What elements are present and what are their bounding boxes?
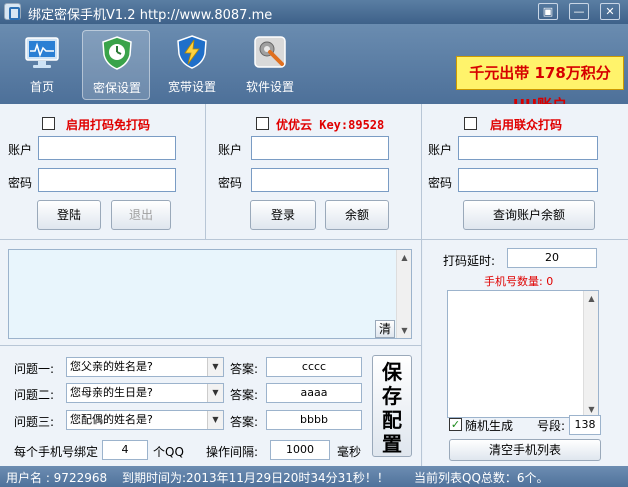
app-icon bbox=[4, 3, 21, 20]
minimize-button[interactable]: — bbox=[569, 3, 589, 20]
toolbar-mibao-label: 密保设置 bbox=[92, 81, 141, 95]
panel-dama-free: 启用打码免打码 账户 密码 登陆 退出 bbox=[0, 104, 206, 240]
log-textarea[interactable]: ▲ ▼ 清 bbox=[8, 249, 412, 339]
account-input[interactable] bbox=[38, 136, 176, 160]
q3-select[interactable]: 您配偶的姓名是? ▼ bbox=[66, 410, 224, 430]
answer-label: 答案: bbox=[230, 415, 259, 429]
status-qq-total: 当前列表QQ总数：6个。 bbox=[414, 471, 549, 485]
answer1-input[interactable]: cccc bbox=[266, 357, 362, 377]
interval-input[interactable]: 1000 bbox=[270, 440, 330, 460]
account-label: 账户 bbox=[428, 143, 453, 157]
toolbar-home-label: 首页 bbox=[29, 80, 54, 94]
balance-button[interactable]: 余额 bbox=[325, 200, 389, 230]
password-label: 密码 bbox=[428, 176, 453, 190]
q2-select[interactable]: 您母亲的生日是? ▼ bbox=[66, 383, 224, 403]
q1-select-value: 您父亲的姓名是? bbox=[70, 360, 153, 373]
youyouyun-checkbox[interactable] bbox=[256, 117, 269, 130]
lianzhong-checkbox[interactable] bbox=[464, 117, 477, 130]
answer-label: 答案: bbox=[230, 388, 259, 402]
window-menu-button[interactable]: ▣ bbox=[538, 3, 558, 20]
youyouyun-password-input[interactable] bbox=[251, 168, 389, 192]
q3-label: 问题三: bbox=[14, 415, 55, 429]
lianzhong-label: 启用联众打码 bbox=[490, 118, 563, 132]
questions-panel: 问题一: 您父亲的姓名是? ▼ 答案: cccc 问题二: 您母亲的生日是? ▼… bbox=[0, 346, 422, 466]
bind-count-input[interactable]: 4 bbox=[102, 440, 148, 460]
youyouyun-account-input[interactable] bbox=[251, 136, 389, 160]
tools-icon bbox=[254, 36, 286, 68]
q2-select-value: 您母亲的生日是? bbox=[70, 386, 153, 399]
password-label: 密码 bbox=[218, 176, 243, 190]
q2-label: 问题二: bbox=[14, 388, 55, 402]
chevron-down-icon[interactable]: ▼ bbox=[207, 358, 223, 376]
delay-label: 打码延时: bbox=[443, 254, 496, 268]
q1-label: 问题一: bbox=[14, 362, 55, 376]
title-bar: 绑定密保手机V1.2 http://www.8087.me ▣ — ✕ bbox=[0, 0, 628, 24]
panel-youyouyun: 优优云 Key:89528 账户 密码 登录 余额 bbox=[206, 104, 422, 240]
phone-count-label: 手机号数量: 0 bbox=[484, 275, 554, 288]
close-button[interactable]: ✕ bbox=[600, 3, 620, 20]
status-user: 用户名 : 9722968 bbox=[6, 471, 108, 485]
toolbar-software-label: 软件设置 bbox=[245, 80, 294, 94]
youyouyun-label: 优优云 Key:89528 bbox=[276, 118, 385, 132]
status-expire: 到期时间为:2013年11月29日20时34分31秒！！ bbox=[122, 471, 389, 485]
window-title: 绑定密保手机V1.2 http://www.8087.me bbox=[28, 8, 273, 23]
toolbar-home-button[interactable]: 首页 bbox=[8, 30, 76, 100]
toolbar-kuandai-label: 宽带设置 bbox=[167, 80, 216, 94]
q1-select[interactable]: 您父亲的姓名是? ▼ bbox=[66, 357, 224, 377]
chevron-down-icon[interactable]: ▼ bbox=[207, 411, 223, 429]
bind-suffix-label: 个QQ bbox=[153, 445, 184, 459]
segment-input[interactable]: 138 bbox=[569, 415, 601, 435]
status-bar: 用户名 : 9722968 到期时间为:2013年11月29日20时34分31秒… bbox=[0, 466, 628, 487]
answer2-input[interactable]: aaaa bbox=[266, 383, 362, 403]
toolbar-mibao-button[interactable]: 密保设置 bbox=[82, 30, 150, 100]
toolbar-software-button[interactable]: 软件设置 bbox=[236, 30, 304, 100]
dama-free-label: 启用打码免打码 bbox=[66, 118, 151, 132]
log-scrollbar[interactable]: ▲ ▼ bbox=[396, 250, 411, 338]
phone-list[interactable]: ▲ ▼ bbox=[447, 290, 599, 418]
save-config-button[interactable]: 保存配置 bbox=[372, 355, 412, 457]
dama-free-checkbox[interactable] bbox=[42, 117, 55, 130]
delay-input[interactable]: 20 bbox=[507, 248, 597, 268]
main-toolbar: 首页 密保设置 宽带设置 软件设置 千元出带 178万积分 UU账户 bbox=[0, 24, 628, 114]
phone-list-scrollbar[interactable]: ▲ ▼ bbox=[583, 291, 598, 417]
scroll-down-icon[interactable]: ▼ bbox=[397, 323, 412, 338]
answer-label: 答案: bbox=[230, 362, 259, 376]
q3-select-value: 您配偶的姓名是? bbox=[70, 413, 153, 426]
shield-lightning-icon bbox=[177, 35, 207, 69]
segment-label: 号段: bbox=[537, 419, 566, 433]
random-checkbox[interactable]: ✓ bbox=[449, 418, 462, 431]
random-label: 随机生成 bbox=[465, 419, 514, 433]
scroll-up-icon[interactable]: ▲ bbox=[584, 291, 599, 306]
password-input[interactable] bbox=[38, 168, 176, 192]
youyouyun-login-button[interactable]: 登录 bbox=[250, 200, 316, 230]
interval-label: 操作间隔: bbox=[206, 445, 259, 459]
lianzhong-account-input[interactable] bbox=[458, 136, 598, 160]
chevron-down-icon[interactable]: ▼ bbox=[207, 384, 223, 402]
query-balance-button[interactable]: 查询账户余额 bbox=[463, 200, 595, 230]
lianzhong-password-input[interactable] bbox=[458, 168, 598, 192]
panel-lianzhong: 启用联众打码 账户 密码 查询账户余额 bbox=[422, 104, 628, 240]
phone-panel: 打码延时: 20 手机号数量: 0 ▲ ▼ ✓ 随机生成 号段: 138 清空手… bbox=[423, 240, 628, 466]
login-button[interactable]: 登陆 bbox=[37, 200, 101, 230]
account-label: 账户 bbox=[218, 143, 243, 157]
scroll-up-icon[interactable]: ▲ bbox=[397, 250, 412, 265]
clear-phone-list-button[interactable]: 清空手机列表 bbox=[449, 439, 601, 461]
interval-unit-label: 毫秒 bbox=[337, 445, 362, 459]
shield-clock-icon bbox=[102, 36, 132, 70]
monitor-icon bbox=[25, 37, 59, 68]
logout-button[interactable]: 退出 bbox=[111, 200, 171, 230]
answer3-input[interactable]: bbbb bbox=[266, 410, 362, 430]
promo-banner[interactable]: 千元出带 178万积分 UU账户 bbox=[456, 56, 624, 114]
log-panel: ▲ ▼ 清 bbox=[0, 240, 422, 346]
account-label: 账户 bbox=[8, 143, 33, 157]
password-label: 密码 bbox=[8, 176, 33, 190]
toolbar-kuandai-button[interactable]: 宽带设置 bbox=[158, 30, 226, 100]
clear-log-button[interactable]: 清 bbox=[375, 320, 395, 338]
bind-prefix-label: 每个手机号绑定 bbox=[14, 445, 99, 459]
